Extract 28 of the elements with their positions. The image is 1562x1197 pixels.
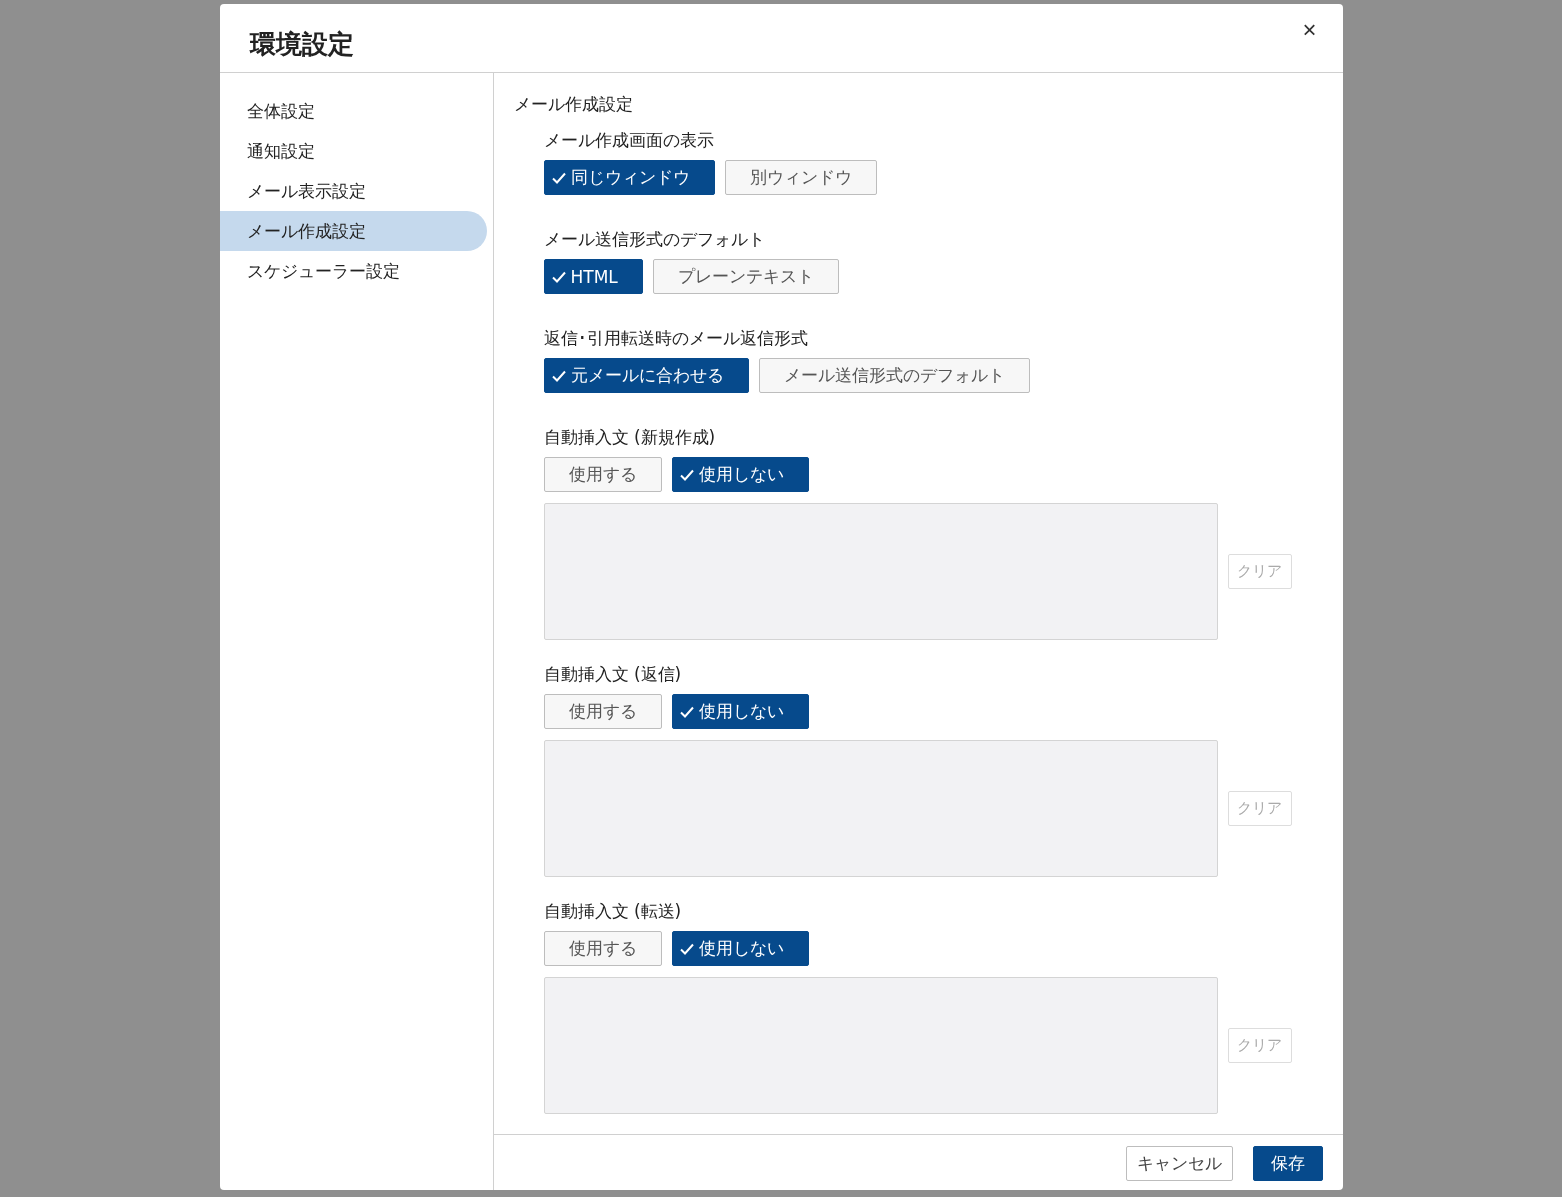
- sidebar-item[interactable]: 通知設定: [219, 131, 487, 171]
- cancel-button[interactable]: キャンセル: [1125, 1145, 1233, 1181]
- dialog-title: 環境設定: [249, 27, 354, 61]
- setting-label: メール作成画面の表示: [543, 128, 715, 152]
- section-heading: メール作成設定: [513, 93, 634, 116]
- sidebar-item[interactable]: メール作成設定: [219, 211, 487, 251]
- option-button[interactable]: 使用しない: [671, 457, 809, 492]
- option-button[interactable]: 使用する: [543, 931, 662, 966]
- sidebar-item[interactable]: スケジューラー設定: [219, 251, 487, 291]
- setting-label: 自動挿入文 (返信): [543, 662, 683, 686]
- option-button[interactable]: HTML: [543, 259, 643, 294]
- close-button[interactable]: ×: [1296, 18, 1323, 42]
- save-button[interactable]: 保存: [1252, 1145, 1323, 1181]
- sidebar-item[interactable]: メール表示設定: [219, 171, 487, 211]
- option-button[interactable]: 元メールに合わせる: [543, 358, 749, 393]
- setting-label: メール送信形式のデフォルト: [543, 227, 766, 251]
- setting-label: 自動挿入文 (新規作成): [543, 425, 717, 449]
- sidebar-item[interactable]: 全体設定: [219, 91, 487, 131]
- option-button[interactable]: プレーンテキスト: [652, 259, 839, 294]
- option-button[interactable]: 使用する: [543, 457, 662, 492]
- option-button[interactable]: 別ウィンドウ: [724, 160, 877, 195]
- option-button[interactable]: 使用しない: [671, 931, 809, 966]
- setting-label: 返信･引用転送時のメール返信形式: [543, 326, 809, 350]
- option-button[interactable]: メール送信形式のデフォルト: [758, 358, 1030, 393]
- option-button[interactable]: 使用する: [543, 694, 662, 729]
- option-button[interactable]: 使用しない: [671, 694, 809, 729]
- option-button[interactable]: 同じウィンドウ: [543, 160, 715, 195]
- setting-label: 自動挿入文 (転送): [543, 899, 683, 923]
